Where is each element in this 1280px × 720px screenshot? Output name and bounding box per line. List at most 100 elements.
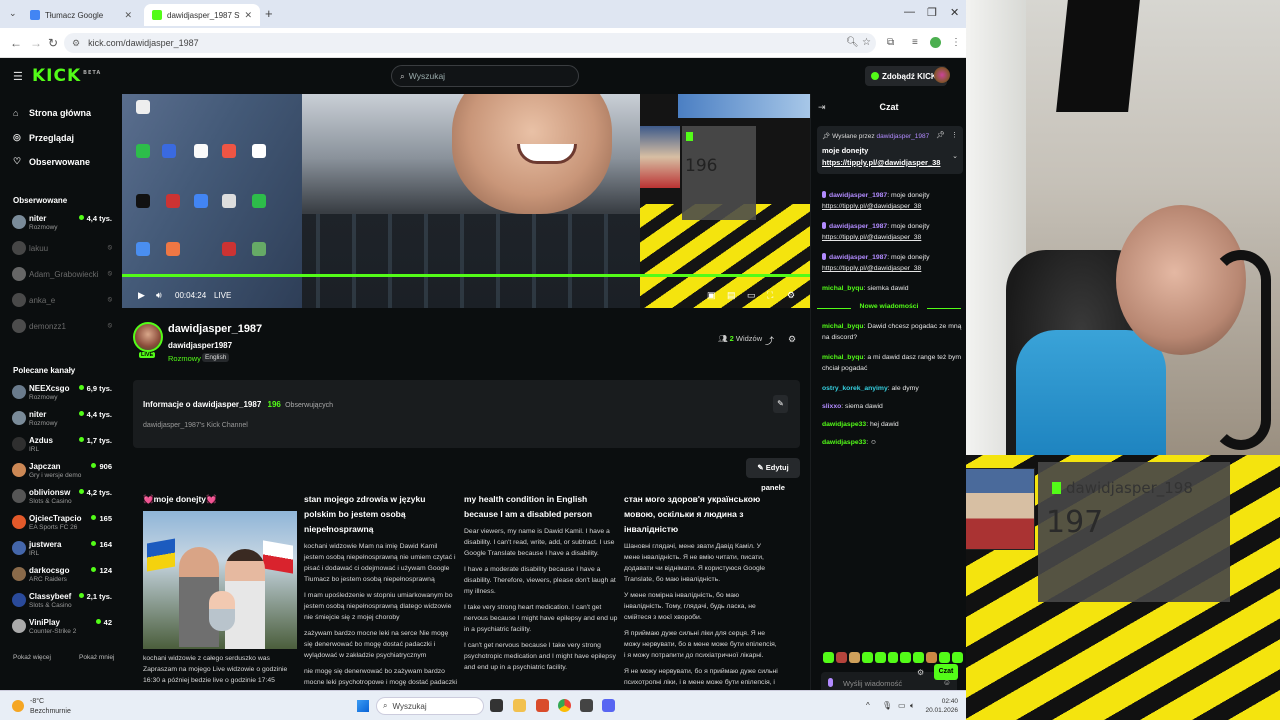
emote-icon[interactable] <box>952 652 963 663</box>
language-tag[interactable]: English <box>202 353 230 362</box>
address-bar[interactable]: ⚙ kick.com/dawidjasper_1987 <box>64 33 876 53</box>
tab-search-icon[interactable]: ⌄ <box>9 8 17 19</box>
tray-overflow-icon[interactable]: ^ <box>866 701 870 710</box>
recommended-channel[interactable]: niter Rozmowy 4,4 tys. <box>12 408 114 432</box>
volume-tray-icon[interactable]: 🔈︎ <box>910 701 915 711</box>
emote-icon[interactable] <box>887 652 899 663</box>
pinned-user[interactable]: dawidjasper_1987 <box>876 133 929 140</box>
browser-tab-translate[interactable]: Tłumacz Google ✕ <box>22 4 140 26</box>
browser-menu-icon[interactable]: ⋮ <box>951 37 961 48</box>
recommended-channel[interactable]: Azdus IRL 1,7 tys. <box>12 434 114 458</box>
close-tab-icon[interactable]: ✕ <box>124 10 132 21</box>
send-chat-button[interactable]: Czat <box>934 664 958 680</box>
kick-logo[interactable]: KICK BETA <box>32 66 101 86</box>
followed-channel[interactable]: anka_e ⦸ <box>12 290 114 314</box>
emote-icon[interactable] <box>823 652 834 663</box>
theater-mode-icon[interactable]: ▤ <box>727 290 736 301</box>
user-avatar[interactable] <box>934 67 950 83</box>
chat-username[interactable]: dawidjasper_1987 <box>829 192 887 199</box>
chat-username[interactable]: michal_byqu <box>822 285 864 292</box>
chat-link[interactable]: https://tipply.pl/@dawidjasper_38 <box>822 234 921 241</box>
show-less-link[interactable]: Pokaż mniej <box>79 654 114 661</box>
channel-avatar-large[interactable] <box>133 322 163 352</box>
reload-icon[interactable]: ↻ <box>48 36 58 50</box>
identity-icon[interactable] <box>828 678 833 687</box>
recommended-channel[interactable]: NEEXcsgo Rozmowy 6,9 tys. <box>12 382 114 406</box>
browser-tab-kick[interactable]: dawidjasper_1987 Stream - Wa ✕ <box>144 4 260 26</box>
discord-icon[interactable] <box>602 699 615 712</box>
emote-icon[interactable] <box>835 652 847 663</box>
chat-username[interactable]: dawidjasper_1987 <box>829 223 887 230</box>
emote-icon[interactable] <box>874 652 886 663</box>
chat-username[interactable]: ostry_korek_anyimy <box>822 385 888 392</box>
task-view-icon[interactable] <box>490 699 503 712</box>
channel-username[interactable]: dawidjasper1987 <box>168 341 232 350</box>
show-more-link[interactable]: Pokaż więcej <box>13 654 51 661</box>
close-tab-icon[interactable]: ✕ <box>244 10 252 21</box>
new-tab-icon[interactable]: + <box>265 6 273 21</box>
chat-username[interactable]: michal_byqu <box>822 323 864 330</box>
chat-username[interactable]: slixxo <box>822 403 841 410</box>
pip-icon[interactable]: ▭ <box>747 290 756 301</box>
recommended-channel[interactable]: oblivionsw Slots & Casino 4,2 tys. <box>12 486 114 510</box>
emote-icon[interactable] <box>939 652 951 663</box>
chat-username[interactable]: dawidjaspe33 <box>822 439 866 446</box>
chat-link[interactable]: https://tipply.pl/@dawidjasper_38 <box>822 265 921 272</box>
recommended-channel[interactable]: ViniPlay Counter-Strike 2 42 <box>12 616 114 640</box>
emote-icon[interactable] <box>900 652 912 663</box>
video-player[interactable]: 196 ▶ 🔊︎ 00:04:24 LIVE ▣ ▤ ▭ ⛶ ⚙ <box>122 94 810 308</box>
recommended-channel[interactable]: justwera IRL 164 <box>12 538 114 562</box>
nav-home[interactable]: ⌂ Strona główna <box>13 108 91 118</box>
menu-icon[interactable]: ☰ <box>13 70 23 83</box>
profile-avatar[interactable] <box>930 37 941 48</box>
followed-channel[interactable]: demonzz1 ⦸ <box>12 316 114 340</box>
extensions-icon[interactable]: ⧉ <box>887 37 894 48</box>
volume-icon[interactable]: 🔊︎ <box>156 290 162 301</box>
file-explorer-icon[interactable] <box>513 699 526 712</box>
restore-icon[interactable]: ❐ <box>927 6 937 19</box>
emote-icon[interactable] <box>848 652 860 663</box>
nav-following[interactable]: ♡ Obserwowane <box>13 156 90 167</box>
edit-panels-button[interactable]: ✎ Edytuj panele <box>746 458 800 492</box>
network-icon[interactable]: ▭ <box>898 701 906 710</box>
zoom-icon[interactable]: 🔍︎ <box>846 37 859 48</box>
chat-username[interactable]: dawidjasper_1987 <box>829 254 887 261</box>
chat-link[interactable]: https://tipply.pl/@dawidjasper_38 <box>822 203 921 210</box>
chat-username[interactable]: dawidjaspe33 <box>822 421 866 428</box>
emote-icon[interactable] <box>926 652 938 663</box>
emote-icon[interactable] <box>913 652 925 663</box>
site-info-icon[interactable]: ⚙ <box>72 38 80 49</box>
chat-settings-icon[interactable]: ⚙ <box>917 668 924 677</box>
panel-image-family-photo[interactable] <box>143 511 297 649</box>
nav-browse[interactable]: ◎ Przeglądaj <box>13 132 74 143</box>
search-input[interactable]: ⌕ Wyszukaj <box>391 65 579 87</box>
pinned-link[interactable]: https://tipply.pl/@dawidjasper_38 <box>822 158 940 167</box>
bookmark-star-icon[interactable]: ☆ <box>862 37 871 48</box>
chrome-icon[interactable] <box>558 699 571 712</box>
chevron-down-icon[interactable]: ⌄ <box>952 152 958 160</box>
stream-category[interactable]: Rozmowy <box>168 354 201 363</box>
back-icon[interactable]: ← <box>10 36 22 50</box>
channel-settings-icon[interactable]: ⚙ <box>788 334 796 345</box>
chat-username[interactable]: michal_byqu <box>822 354 864 361</box>
recommended-channel[interactable]: OjciecTrapcio EA Sports FC 26 165 <box>12 512 114 536</box>
media-icon[interactable]: ≡ <box>912 37 918 48</box>
edit-about-button[interactable]: ✎ <box>773 395 788 413</box>
more-options-icon[interactable]: ⋮ <box>951 131 958 139</box>
settings-icon[interactable]: ⚙ <box>787 290 795 301</box>
obs-icon[interactable] <box>580 699 593 712</box>
recommended-channel[interactable]: darkocsgo ARC Raiders 124 <box>12 564 114 588</box>
share-icon[interactable]: ⤴ <box>765 334 774 347</box>
minimize-icon[interactable]: — <box>904 6 915 18</box>
emote-icon[interactable] <box>861 652 873 663</box>
close-window-icon[interactable]: ✕ <box>950 6 959 19</box>
progress-bar[interactable] <box>122 274 810 277</box>
fullscreen-icon[interactable]: ⛶ <box>767 290 773 301</box>
app-icon[interactable] <box>536 699 549 712</box>
unpin-icon[interactable]: 📌︎ <box>936 131 945 139</box>
collapse-chat-icon[interactable]: ⇥ <box>818 102 826 113</box>
windows-start-icon[interactable] <box>357 700 369 712</box>
play-icon[interactable]: ▶ <box>138 290 145 301</box>
forward-icon[interactable]: → <box>30 36 42 50</box>
followed-channel[interactable]: Adam_Grabowiecki ⦸ <box>12 264 114 288</box>
